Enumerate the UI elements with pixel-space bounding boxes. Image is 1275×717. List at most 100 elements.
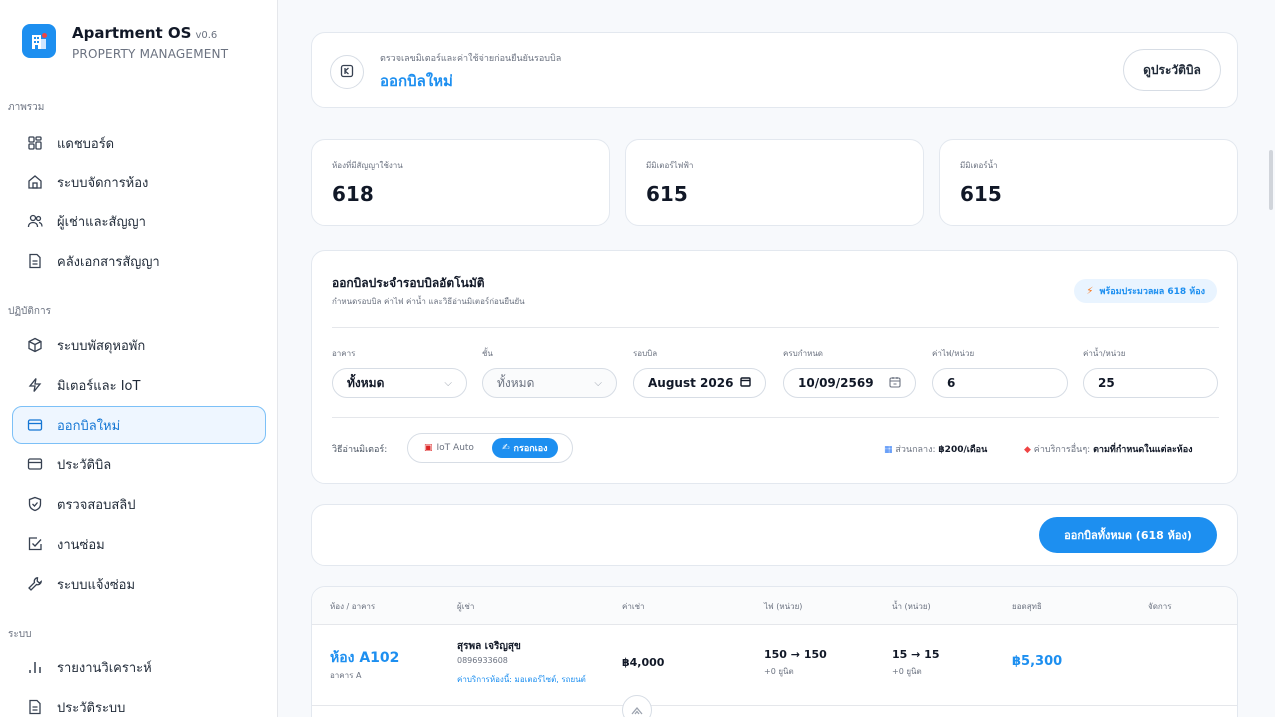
elec-rate-input[interactable]: 6 [932,368,1068,398]
water-rate-label: ค่าน้ำ/หน่วย [1083,349,1126,358]
back-button[interactable] [330,55,364,89]
sidebar-item-label: คลังเอกสารสัญญา [57,254,160,270]
meter-mode-label: วิธีอ่านมิเตอร์: [332,445,388,455]
room-services: ค่าบริการห้องนี้: มอเตอร์ไซต์, รถยนต์ [457,675,586,684]
sidebar-item-new-bill[interactable]: ออกบิลใหม่ [12,406,266,444]
sidebar-item-parcels[interactable]: ระบบพัสดุหอพัก [12,326,266,364]
room-building: อาคาร A [330,671,362,680]
water-rate-input[interactable]: 25 [1083,368,1218,398]
sidebar-item-contracts[interactable]: คลังเอกสารสัญญา [12,242,266,280]
sidebar-item-meters[interactable]: มิเตอร์และ IoT [12,366,266,404]
sidebar-item-label: แดชบอร์ด [57,136,115,152]
sidebar-item-bill-history[interactable]: ประวัติบิล [12,445,266,483]
sidebar-item-system-log[interactable]: ประวัติระบบ [12,688,266,717]
calendar-icon [889,376,901,391]
col-water: น้ำ (หน่วย) [892,602,931,611]
pencil-icon: ✍ [502,443,510,453]
ready-badge: ⚡ พร้อมประมวลผล 618 ห้อง [1074,279,1217,303]
common-fee-note: ▦ ส่วนกลาง: ฿200/เดือน [884,442,987,456]
sidebar-item-tenants[interactable]: ผู้เช่าและสัญญา [12,202,266,240]
other-fee-label: ค่าบริการอื่นๆ: [1033,445,1091,455]
mode-manual-label: กรอกเอง [513,444,548,454]
due-label: ครบกำหนด [783,349,823,358]
room-link[interactable]: ห้อง A102 [330,647,399,669]
stat-electric-meters: มีมิเตอร์ไฟฟ้า 615 [625,139,924,226]
sidebar-item-label: ระบบจัดการห้อง [57,175,149,191]
sidebar-item-repairs[interactable]: งานซ่อม [12,525,266,563]
back-icon [340,63,354,82]
section-operations: ปฏิบัติการ [8,306,51,317]
sidebar-item-label: ตรวจสอบสลิป [57,497,136,513]
section-system: ระบบ [8,629,32,640]
tenant-name: สุรพล เจริญสุข [457,641,521,652]
iot-icon: ▣ [424,443,433,453]
chevron-down-icon: ⌵ [594,377,602,389]
sidebar-item-label: ระบบพัสดุหอพัก [57,338,146,354]
billing-cycle-input[interactable]: August 2026 [633,368,766,398]
water-reading: 15 → 15 [892,648,940,661]
sidebar-item-rooms[interactable]: ระบบจัดการห้อง [12,163,266,201]
divider [332,327,1219,328]
tag-icon: ◆ [1024,445,1031,455]
action-bar: ออกบิลทั้งหมด (618 ห้อง) [311,504,1238,566]
other-fee-note: ◆ ค่าบริการอื่นๆ: ตามที่กำหนดในแต่ละห้อง [1024,442,1193,456]
common-fee-label: ส่วนกลาง: [895,445,936,455]
cycle-value: August 2026 [648,376,734,390]
mode-iot-label: IoT Auto [436,443,474,453]
page-scrollbar[interactable] [1269,150,1273,210]
billing-subtitle: กำหนดรอบบิล ค่าไฟ ค่าน้ำ และวิธีอ่านมิเต… [332,297,525,306]
other-fee-value: ตามที่กำหนดในแต่ละห้อง [1093,445,1193,455]
brand: Apartment OS v0.6 PROPERTY MANAGEMENT [22,24,228,61]
col-actions: จัดการ [1148,602,1172,611]
app-version: v0.6 [195,30,218,41]
mode-manual-button[interactable]: ✍ กรอกเอง [492,438,558,458]
sidebar: Apartment OS v0.6 PROPERTY MANAGEMENT ภาพ… [0,0,278,717]
due-date-input[interactable]: 10/09/2569 [783,368,916,398]
sidebar-item-label: งานซ่อม [57,537,105,553]
stat-active-contracts: ห้องที่มีสัญญาใช้งาน 618 [311,139,610,226]
sidebar-item-label: ผู้เช่าและสัญญา [57,214,146,230]
checkbox-icon [27,536,43,552]
stat-water-meters: มีมิเตอร์น้ำ 615 [939,139,1238,226]
water-rate-value: 25 [1098,376,1115,390]
elec-delta: +0 ยูนิต [764,667,794,676]
elec-reading: 150 → 150 [764,648,827,661]
floor-value: ทั้งหมด [497,375,535,390]
app-title: Apartment OS [72,24,192,42]
building-select[interactable]: ทั้งหมด ⌵ [332,368,467,398]
col-tenant: ผู้เช่า [457,602,475,611]
col-net: ยอดสุทธิ [1012,602,1042,611]
sidebar-item-dashboard[interactable]: แดชบอร์ด [12,124,266,162]
sidebar-item-label: ประวัติบิล [57,457,112,473]
stat-label: ห้องที่มีสัญญาใช้งาน [332,161,403,170]
package-icon [27,337,43,353]
tenant-phone: 0896933608 [457,656,508,665]
users-icon [27,213,43,229]
card-icon [27,456,43,472]
view-history-button[interactable]: ดูประวัติบิล [1123,49,1221,91]
sidebar-item-label: รายงานวิเคราะห์ [57,660,152,676]
sidebar-item-repair-requests[interactable]: ระบบแจ้งซ่อม [12,565,266,603]
common-fee-value: ฿200/เดือน [938,445,988,455]
issue-all-bills-button[interactable]: ออกบิลทั้งหมด (618 ห้อง) [1039,517,1217,553]
app-subtitle: PROPERTY MANAGEMENT [72,47,229,61]
floor-select[interactable]: ทั้งหมด ⌵ [482,368,617,398]
mode-iot-button[interactable]: ▣ IoT Auto [414,438,484,458]
dashboard-icon [27,135,43,151]
card-icon [27,417,43,433]
col-room: ห้อง / อาคาร [330,602,376,611]
bill-table: ห้อง / อาคาร ผู้เช่า ค่าเช่า ไฟ (หน่วย) … [311,586,1238,717]
elec-rate-label: ค่าไฟ/หน่วย [932,349,975,358]
chart-icon [27,659,43,675]
sidebar-item-label: มิเตอร์และ IoT [57,378,141,394]
sidebar-item-reports[interactable]: รายงานวิเคราะห์ [12,648,266,686]
elec-rate-value: 6 [947,376,956,390]
sidebar-item-slips[interactable]: ตรวจสอบสลิป [12,485,266,523]
scroll-top-button[interactable] [622,695,652,717]
page-title: ออกบิลใหม่ [380,72,453,90]
col-rent: ค่าเช่า [622,602,645,611]
chevron-up-icon [630,701,644,717]
stat-label: มีมิเตอร์น้ำ [960,161,998,170]
calendar-icon [740,376,751,390]
sidebar-item-label: ออกบิลใหม่ [57,418,121,434]
